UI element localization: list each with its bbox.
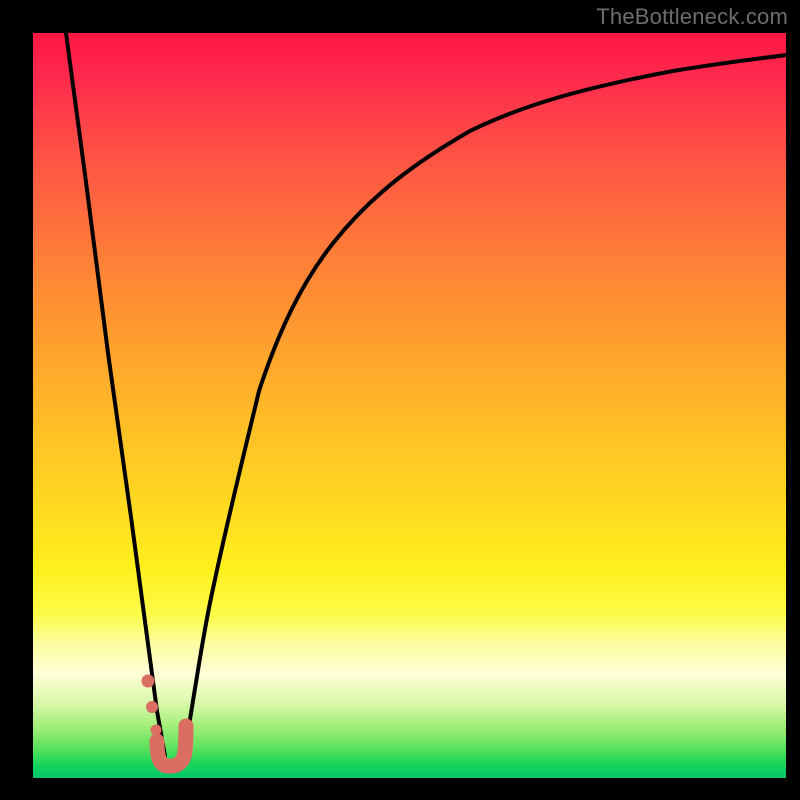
chart-svg bbox=[33, 33, 786, 778]
chart-frame: TheBottleneck.com bbox=[0, 0, 800, 800]
left-branch-curve bbox=[66, 33, 165, 756]
marker-dot-1 bbox=[142, 675, 155, 688]
watermark-text: TheBottleneck.com bbox=[596, 4, 788, 30]
right-branch-curve bbox=[184, 55, 786, 756]
marker-dot-2 bbox=[146, 701, 158, 713]
